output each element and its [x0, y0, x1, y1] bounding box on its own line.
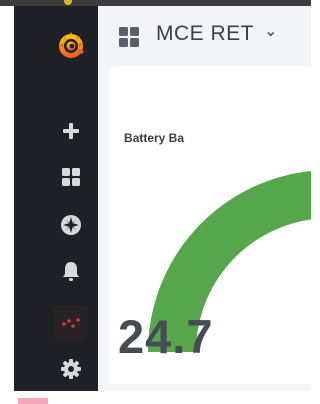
left-edge: [0, 6, 14, 404]
grid-icon[interactable]: [58, 164, 84, 190]
panel-title[interactable]: Battery Ba: [124, 131, 184, 145]
grafana-logo-icon[interactable]: [54, 28, 88, 62]
gauge-value: 24.7: [118, 310, 214, 363]
graph-dots-icon: [62, 318, 80, 328]
sidebar: [14, 6, 98, 391]
bell-icon[interactable]: [58, 258, 84, 284]
gear-icon[interactable]: [58, 356, 84, 382]
pink-marker: [18, 398, 48, 404]
compass-icon[interactable]: [58, 212, 84, 238]
notification-dot: [64, 0, 72, 5]
plus-icon[interactable]: [58, 118, 84, 144]
active-nav-highlight[interactable]: [54, 306, 88, 340]
panel-content-clip: Battery Ba 24.7: [98, 6, 311, 391]
